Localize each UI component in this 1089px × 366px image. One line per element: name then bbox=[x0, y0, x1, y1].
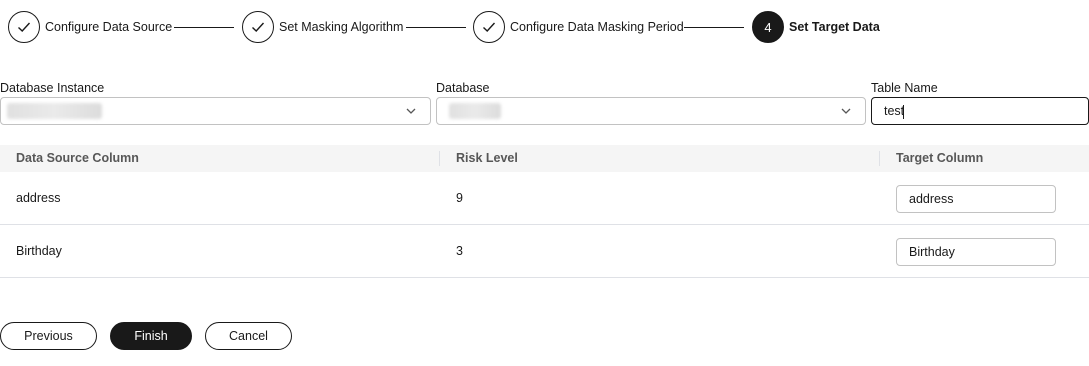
source-column-cell: address bbox=[16, 191, 61, 205]
finish-button[interactable]: Finish bbox=[110, 322, 192, 350]
check-icon bbox=[8, 11, 40, 43]
table-name-label: Table Name bbox=[871, 81, 938, 95]
header-data-source-column: Data Source Column bbox=[16, 151, 139, 165]
risk-level-cell: 3 bbox=[456, 244, 463, 258]
column-mapping-table: Data Source Column Risk Level Target Col… bbox=[0, 145, 1089, 278]
redacted-value bbox=[7, 103, 102, 119]
source-column-cell: Birthday bbox=[16, 244, 62, 258]
target-column-input[interactable]: address bbox=[896, 185, 1056, 213]
column-separator bbox=[879, 151, 880, 166]
step-label: Configure Data Source bbox=[45, 20, 173, 34]
text-caret bbox=[903, 104, 905, 119]
step-set-target-data[interactable]: 4 Set Target Data bbox=[752, 10, 880, 44]
step-label: Set Masking Algorithm bbox=[279, 20, 404, 34]
column-separator bbox=[439, 151, 440, 166]
check-icon bbox=[242, 11, 274, 43]
step-connector bbox=[174, 27, 234, 28]
database-label: Database bbox=[436, 81, 490, 95]
step-label: Configure Data Masking Period bbox=[510, 20, 684, 34]
risk-level-cell: 9 bbox=[456, 191, 463, 205]
step-configure-data-masking-period[interactable]: Configure Data Masking Period bbox=[473, 10, 684, 44]
previous-button[interactable]: Previous bbox=[0, 322, 97, 350]
header-target-column: Target Column bbox=[896, 151, 984, 165]
step-configure-data-source[interactable]: Configure Data Source bbox=[8, 10, 172, 44]
step-label: Set Target Data bbox=[789, 20, 880, 34]
database-instance-label: Database Instance bbox=[0, 81, 105, 95]
step-set-masking-algorithm[interactable]: Set Masking Algorithm bbox=[242, 10, 403, 44]
chevron-down-icon bbox=[406, 108, 416, 114]
step-connector bbox=[684, 27, 744, 28]
chevron-down-icon bbox=[841, 108, 851, 114]
header-risk-level: Risk Level bbox=[456, 151, 518, 165]
table-header: Data Source Column Risk Level Target Col… bbox=[0, 145, 1089, 172]
step-number-badge: 4 bbox=[752, 11, 784, 43]
cancel-button[interactable]: Cancel bbox=[205, 322, 292, 350]
redacted-value bbox=[449, 103, 501, 119]
target-column-input[interactable]: Birthday bbox=[896, 238, 1056, 266]
step-connector bbox=[406, 27, 466, 28]
check-icon bbox=[473, 11, 505, 43]
table-row: address 9 address bbox=[0, 172, 1089, 225]
table-name-input[interactable]: test bbox=[871, 97, 1089, 125]
table-name-value: test bbox=[884, 104, 905, 118]
table-row: Birthday 3 Birthday bbox=[0, 225, 1089, 278]
database-select[interactable] bbox=[436, 97, 866, 125]
database-instance-select[interactable] bbox=[0, 97, 431, 125]
